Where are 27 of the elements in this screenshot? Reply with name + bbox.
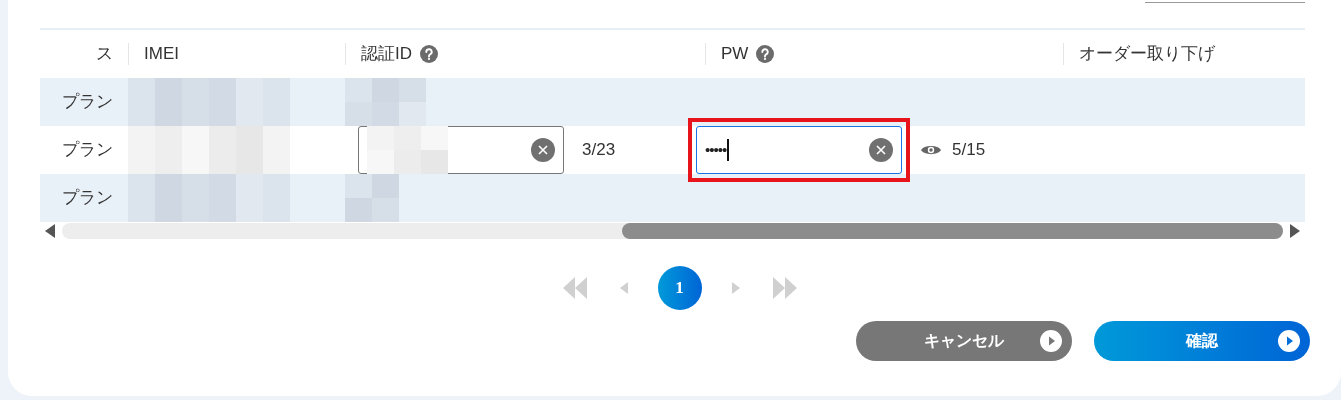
table-cell-text: プラン [62,187,113,210]
table-cell-text: プラン [62,91,113,114]
text-field[interactable] [358,126,564,174]
column-header: IMEI [144,43,179,66]
play-icon [1277,329,1301,353]
column-header: PW [721,43,749,66]
column-header: 認証ID [361,43,412,66]
field-value: ••••• [705,139,727,160]
character-count: 3/23 [582,139,616,162]
action-button[interactable]: 確認 [1094,321,1310,361]
page-button[interactable]: 1 [657,266,702,310]
eye-icon[interactable] [920,143,942,157]
action-button[interactable]: キャンセル [856,321,1072,361]
help-icon[interactable] [756,45,775,63]
character-count: 5/15 [952,139,986,162]
scroll-left-icon[interactable] [44,224,56,238]
play-icon [1039,329,1063,353]
column-header: オーダー取り下げ [1079,43,1215,66]
text-field[interactable]: ••••• [696,126,902,174]
clear-icon[interactable] [531,138,555,162]
scroll-right-icon[interactable] [1289,224,1301,238]
scrollbar-thumb[interactable] [622,223,1283,239]
column-header: ス [96,43,113,66]
clear-icon[interactable] [869,138,893,162]
help-icon[interactable] [420,45,438,63]
table-cell-text: プラン [62,139,113,162]
text-cursor [727,139,730,161]
